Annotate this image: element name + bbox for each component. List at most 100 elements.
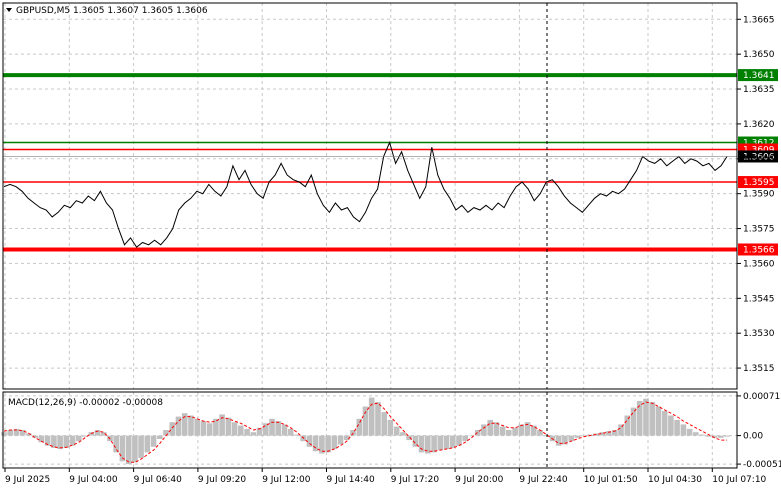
macd-histogram-bar: [686, 428, 693, 436]
x-tick-label: 9 Jul 2025: [5, 475, 50, 485]
macd-histogram-bar: [437, 435, 444, 451]
x-tick-label: 9 Jul 20:00: [455, 475, 504, 485]
level-label: 1.3595: [743, 178, 775, 188]
macd-histogram-bar: [356, 418, 363, 436]
macd-histogram-bar: [518, 424, 525, 436]
macd-histogram-bar: [506, 430, 512, 436]
y-tick-label: 1.3665: [743, 15, 775, 25]
macd-y-tick-label: -0.00051: [743, 460, 781, 470]
macd-histogram-bar: [674, 419, 680, 436]
macd-histogram-bar: [630, 407, 637, 436]
macd-histogram-bar: [63, 435, 70, 448]
x-tick-label: 10 Jul 01:50: [584, 475, 638, 485]
macd-histogram-bar: [325, 435, 331, 453]
macd-histogram-bar: [680, 424, 687, 436]
macd-histogram-bar: [362, 406, 369, 436]
y-tick-label: 1.3560: [743, 259, 775, 269]
macd-histogram-bar: [125, 435, 132, 465]
macd-histogram-bar: [387, 419, 394, 436]
macd-histogram-bar: [163, 430, 169, 436]
macd-histogram-bar: [705, 435, 712, 437]
macd-histogram-bar: [331, 435, 338, 449]
macd-histogram-bar: [661, 411, 668, 436]
macd-histogram-bar: [375, 402, 381, 436]
macd-histogram-bar: [487, 419, 493, 436]
macd-histogram-bar: [531, 425, 537, 436]
macd-histogram-bar: [443, 435, 450, 449]
macd-histogram-bar: [250, 432, 257, 436]
macd-histogram-bar: [57, 435, 63, 449]
macd-histogram-bar: [188, 415, 194, 436]
macd-histogram-bar: [512, 427, 518, 436]
macd-histogram-bar: [1, 432, 7, 436]
y-tick-label: 1.3635: [743, 85, 775, 95]
x-tick-label: 9 Jul 04:00: [69, 475, 118, 485]
macd-histogram-bar: [624, 415, 631, 436]
macd-histogram-bar: [7, 430, 13, 436]
macd-histogram-bar: [157, 435, 163, 439]
y-tick-label: 1.3575: [743, 225, 775, 235]
y-tick-label: 1.3545: [743, 294, 775, 304]
macd-histogram-bar: [450, 435, 456, 448]
macd-histogram-bar: [144, 435, 151, 453]
macd-histogram-bar: [244, 428, 250, 436]
x-tick-label: 9 Jul 14:40: [327, 475, 376, 485]
y-tick-label: 1.3530: [743, 329, 775, 339]
x-tick-label: 9 Jul 09:20: [198, 475, 247, 485]
macd-histogram-bar: [418, 435, 425, 453]
macd-histogram-bar: [287, 428, 294, 436]
macd-histogram-bar: [724, 435, 730, 437]
macd-histogram-bar: [231, 422, 238, 436]
y-tick-label: 1.3515: [743, 364, 775, 374]
chart-svg: 1.36411.36121.36091.35951.3566 1.3606 9 …: [0, 0, 781, 489]
x-tick-label: 9 Jul 12:00: [262, 475, 311, 485]
y-tick-label: 1.3590: [743, 190, 775, 200]
macd-histogram-bar: [269, 418, 275, 436]
macd-histogram-bar: [263, 423, 269, 436]
macd-histogram-bar: [693, 432, 699, 436]
macd-histogram-bar: [555, 435, 562, 446]
macd-histogram-bar: [138, 435, 144, 458]
macd-histogram-bar: [194, 418, 200, 436]
symbol-info: GBPUSD,M5 1.3605 1.3607 1.3605 1.3606: [16, 6, 208, 16]
macd-histogram-bar: [499, 426, 506, 436]
y-tick-label: 1.3605: [743, 155, 775, 165]
macd-histogram-bar: [294, 434, 300, 436]
macd-histogram-bar: [281, 424, 288, 436]
macd-histogram-bar: [206, 423, 213, 436]
macd-histogram-bar: [312, 435, 319, 452]
x-tick-label: 9 Jul 17:20: [391, 475, 440, 485]
macd-histogram-bar: [275, 421, 281, 436]
level-label: 1.3641: [743, 71, 775, 81]
macd-histogram-bar: [200, 421, 207, 436]
macd-histogram-bar: [668, 415, 674, 436]
level-label: 1.3566: [743, 245, 775, 255]
macd-histogram-bar: [238, 425, 244, 436]
macd-y-tick-label: 0.00071: [743, 392, 780, 402]
macd-histogram-bar: [718, 435, 724, 438]
macd-histogram-bar: [393, 426, 400, 436]
x-tick-label: 10 Jul 04:30: [648, 475, 702, 485]
macd-histogram-bar: [368, 397, 375, 436]
macd-histogram-bar: [400, 432, 406, 436]
macd-histogram-bar: [537, 430, 543, 436]
macd-histogram-bar: [381, 412, 387, 436]
macd-y-tick-label: 0.00: [743, 432, 763, 442]
y-tick-label: 1.3650: [743, 50, 775, 60]
macd-histogram-bar: [649, 402, 655, 436]
x-tick-label: 9 Jul 06:40: [134, 475, 183, 485]
macd-histogram-bar: [169, 422, 176, 436]
macd-histogram-bar: [699, 434, 705, 436]
macd-histogram-bar: [481, 424, 487, 436]
macd-histogram-bar: [225, 417, 232, 436]
macd-histogram-bar: [132, 435, 138, 463]
chart-window: 1.36411.36121.36091.35951.3566 1.3606 9 …: [0, 0, 781, 489]
macd-histogram-bar: [568, 435, 574, 442]
macd-histogram-bar: [150, 435, 157, 447]
macd-histogram-bar: [337, 435, 344, 445]
macd-histogram-bar: [643, 398, 649, 436]
macd-histogram-bar: [655, 406, 662, 436]
x-tick-label: 9 Jul 22:40: [519, 475, 568, 485]
y-tick-label: 1.3620: [743, 120, 775, 130]
macd-histogram-bar: [462, 435, 468, 442]
